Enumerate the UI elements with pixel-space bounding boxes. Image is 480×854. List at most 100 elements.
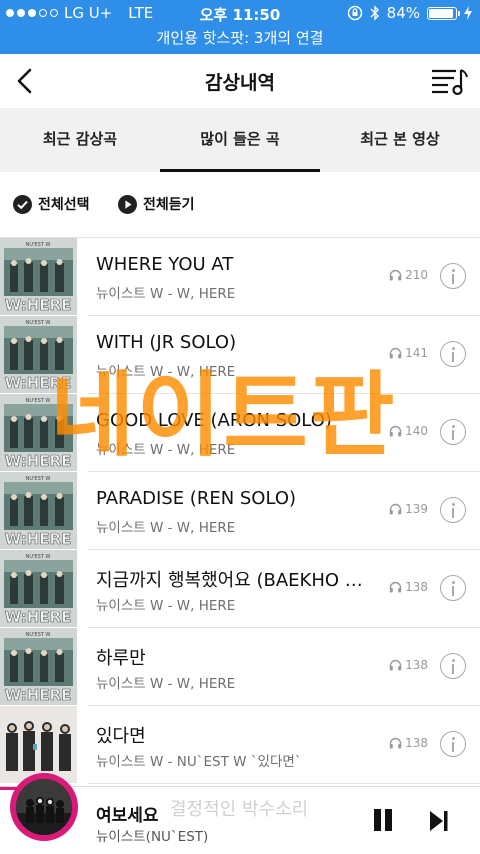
album-art-thumbnail[interactable] bbox=[0, 706, 77, 783]
play-all-label: 전체듣기 bbox=[143, 197, 195, 213]
select-all-label: 전체선택 bbox=[38, 197, 90, 213]
song-row[interactable]: NU'EST W W:HERE PARADISE (REN SOLO) 뉴이스트 W … bbox=[0, 472, 480, 550]
mini-player[interactable]: 결정적인 박수소리 여보세요 뉴이스트(NU`EST) bbox=[0, 773, 480, 854]
tab-most-played[interactable]: 많이 들은 곡 bbox=[160, 108, 320, 172]
play-circle-icon bbox=[118, 194, 137, 214]
album-art-thumbnail[interactable]: NU'EST W W:HERE bbox=[0, 628, 77, 705]
song-title[interactable]: 있다면 bbox=[96, 722, 366, 748]
album-art-thumbnail[interactable]: NU'EST W W:HERE bbox=[0, 238, 77, 315]
svg-text:W:HERE: W:HERE bbox=[5, 530, 72, 548]
song-title[interactable]: 하루만 bbox=[96, 644, 366, 670]
headphones-icon bbox=[389, 737, 402, 749]
svg-text:W:HERE: W:HERE bbox=[5, 374, 72, 392]
play-count-value: 139 bbox=[405, 502, 428, 516]
song-artist-album: 뉴이스트 W - W, HERE bbox=[96, 442, 236, 458]
song-title[interactable]: GOOD LOVE (ARON SOLO) bbox=[96, 410, 366, 431]
album-art-thumbnail[interactable]: NU'EST W W:HERE bbox=[0, 394, 77, 471]
tab-recent-videos[interactable]: 최근 본 영상 bbox=[320, 108, 480, 172]
svg-text:W:HERE: W:HERE bbox=[5, 686, 72, 704]
headphones-icon bbox=[389, 269, 402, 281]
song-row[interactable]: NU'EST W W:HERE GOOD LOVE (ARON SOLO) 뉴이스트 … bbox=[0, 394, 480, 472]
player-album-art[interactable] bbox=[10, 773, 78, 841]
song-info-button[interactable] bbox=[440, 575, 466, 601]
headphones-icon bbox=[389, 581, 402, 593]
play-count: 210 bbox=[389, 268, 428, 282]
tab-recent-songs[interactable]: 최근 감상곡 bbox=[0, 108, 160, 172]
play-count-value: 210 bbox=[405, 268, 428, 282]
tab-bar: 최근 감상곡 많이 들은 곡 최근 본 영상 bbox=[0, 108, 480, 172]
song-info-button[interactable] bbox=[440, 731, 466, 757]
album-art-thumbnail[interactable]: NU'EST W W:HERE bbox=[0, 472, 77, 549]
svg-text:NU'EST W: NU'EST W bbox=[26, 632, 51, 638]
song-artist-album: 뉴이스트 W - W, HERE bbox=[96, 520, 236, 536]
song-artist-album: 뉴이스트 W - W, HERE bbox=[96, 676, 236, 692]
svg-text:NU'EST W: NU'EST W bbox=[26, 476, 51, 482]
play-count-value: 138 bbox=[405, 736, 428, 750]
bluetooth-icon bbox=[370, 5, 379, 21]
song-info-button[interactable] bbox=[440, 419, 466, 445]
play-count: 138 bbox=[389, 658, 428, 672]
song-row[interactable]: NU'EST W W:HERE WHERE YOU AT 뉴이스트 W - W, HE… bbox=[0, 238, 480, 316]
check-circle-icon bbox=[13, 194, 32, 214]
svg-text:NU'EST W: NU'EST W bbox=[26, 320, 51, 326]
song-info-button[interactable] bbox=[440, 653, 466, 679]
headphones-icon bbox=[389, 659, 402, 671]
play-count-value: 138 bbox=[405, 658, 428, 672]
play-all-button[interactable]: 전체듣기 bbox=[118, 194, 195, 214]
svg-text:W:HERE: W:HERE bbox=[5, 296, 72, 314]
battery-icon bbox=[427, 6, 460, 20]
play-count: 138 bbox=[389, 580, 428, 594]
status-bar: LG U+ LTE 오후 11:50 84% 개인용 핫스팟: 3개의 연결 bbox=[0, 0, 480, 54]
svg-text:W:HERE: W:HERE bbox=[5, 452, 72, 470]
headphones-icon bbox=[389, 347, 402, 359]
skip-next-icon bbox=[430, 811, 448, 831]
svg-text:NU'EST W: NU'EST W bbox=[26, 554, 51, 560]
play-count-value: 141 bbox=[405, 346, 428, 360]
song-title[interactable]: 지금까지 행복했어요 (BAEKHO SOLO) bbox=[96, 566, 366, 592]
header: 감상내역 bbox=[0, 54, 480, 108]
song-info-button[interactable] bbox=[440, 497, 466, 523]
song-row[interactable]: NU'EST W W:HERE 지금까지 행복했어요 (BAEKHO SOLO) 뉴이… bbox=[0, 550, 480, 628]
playlist-button[interactable] bbox=[430, 64, 470, 98]
song-row[interactable]: NU'EST W W:HERE 하루만뉴이스트 W - W, HERE 138 bbox=[0, 628, 480, 706]
svg-text:NU'EST W: NU'EST W bbox=[26, 398, 51, 404]
song-title[interactable]: WITH (JR SOLO) bbox=[96, 332, 366, 353]
play-count: 141 bbox=[389, 346, 428, 360]
play-count-value: 140 bbox=[405, 424, 428, 438]
page-title: 감상내역 bbox=[205, 72, 275, 94]
album-art-thumbnail[interactable]: NU'EST W W:HERE bbox=[0, 316, 77, 393]
song-list: NU'EST W W:HERE WHERE YOU AT 뉴이스트 W - W, HE… bbox=[0, 238, 480, 784]
play-count: 140 bbox=[389, 424, 428, 438]
svg-text:W:HERE: W:HERE bbox=[5, 608, 72, 626]
select-all-button[interactable]: 전체선택 bbox=[13, 194, 90, 214]
song-title[interactable]: WHERE YOU AT bbox=[96, 254, 366, 275]
song-row[interactable]: NU'EST W W:HERE WITH (JR SOLO) 뉴이스트 W - W, … bbox=[0, 316, 480, 394]
pause-button[interactable] bbox=[372, 809, 394, 833]
song-artist-album: 뉴이스트 W - NU`EST W `있다면` bbox=[96, 754, 302, 770]
charging-icon bbox=[464, 6, 472, 20]
play-count: 138 bbox=[389, 736, 428, 750]
next-button[interactable] bbox=[428, 809, 450, 833]
player-artist: 뉴이스트(NU`EST) bbox=[96, 829, 209, 845]
playlist-music-icon bbox=[432, 69, 468, 96]
song-artist-album: 뉴이스트 W - W, HERE bbox=[96, 286, 236, 302]
selection-bar: 전체선택 전체듣기 bbox=[0, 172, 480, 238]
song-row[interactable]: 있다면뉴이스트 W - NU`EST W `있다면` 138 bbox=[0, 706, 480, 784]
hotspot-banner[interactable]: 개인용 핫스팟: 3개의 연결 bbox=[0, 27, 480, 48]
behind-song-text: 결정적인 박수소리 bbox=[170, 799, 309, 820]
player-song-title[interactable]: 여보세요 bbox=[96, 801, 159, 826]
play-count-value: 138 bbox=[405, 580, 428, 594]
battery-percent: 84% bbox=[386, 4, 420, 22]
rotation-lock-icon bbox=[347, 5, 362, 21]
song-artist-album: 뉴이스트 W - W, HERE bbox=[96, 598, 236, 614]
pause-icon bbox=[374, 809, 381, 831]
album-art-thumbnail[interactable]: NU'EST W W:HERE bbox=[0, 550, 77, 627]
song-info-button[interactable] bbox=[440, 263, 466, 289]
song-artist-album: 뉴이스트 W - W, HERE bbox=[96, 364, 236, 380]
headphones-icon bbox=[389, 425, 402, 437]
headphones-icon bbox=[389, 503, 402, 515]
play-count: 139 bbox=[389, 502, 428, 516]
song-info-button[interactable] bbox=[440, 341, 466, 367]
svg-text:NU'EST W: NU'EST W bbox=[26, 242, 51, 248]
song-title[interactable]: PARADISE (REN SOLO) bbox=[96, 488, 366, 509]
